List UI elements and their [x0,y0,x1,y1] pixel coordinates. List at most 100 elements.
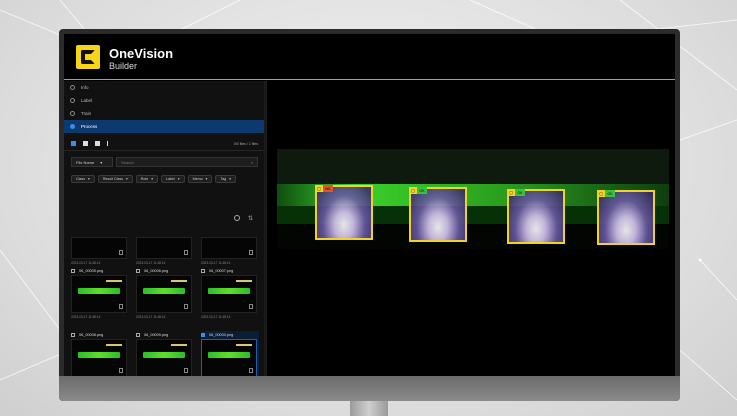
detection-box[interactable]: ▢ NG [315,185,373,240]
filter-chip-label: Result Class [102,177,123,181]
box-icon: ▢ [315,185,323,192]
settings-icon[interactable] [234,215,240,221]
thumb-marker [106,344,122,346]
chevron-down-icon: ▾ [125,177,128,181]
nav-dot-icon [70,85,75,90]
thumb-belt [78,288,120,294]
file-card[interactable]: 2023-03-17 11:48:14 [71,237,129,267]
file-date: 2023-03-17 11:48:14 [136,260,166,265]
file-name: 06_00009.png [144,333,169,337]
thumb-marker [236,280,252,282]
chevron-down-icon: ▾ [229,177,232,181]
file-thumbnail[interactable] [71,237,127,259]
nav-dot-icon [70,124,75,129]
monitor-stand [350,401,388,416]
filter-tools: ⇅ [234,215,253,222]
file-card[interactable]: 2023-03-17 11:48:14 [201,237,259,267]
nav-item-2[interactable]: Train [64,107,265,120]
sort-select[interactable]: File Name ▾ [71,157,113,167]
thumb-belt [143,288,185,294]
file-card[interactable]: 06_00008.png2023-03-17 11:48:14 [71,331,129,376]
nav-item-label: Process [81,124,98,129]
filter-chip[interactable]: Label ▾ [161,175,185,183]
file-count: 0/0 files / 1 files [233,141,258,146]
file-card[interactable]: 06_00009.png2023-03-17 11:48:14 [136,331,194,376]
filter-chip-label: Label [166,177,175,181]
file-grid: 2023-03-17 11:48:14 2023-03-17 11:48:14 20… [71,237,263,376]
detection-box[interactable]: ▢ OK [507,189,565,244]
file-thumbnail[interactable] [71,275,127,313]
nav-item-label: Label [81,98,93,103]
search-input[interactable]: Search ⌕ [116,157,258,167]
file-card[interactable]: 06_00007.png 2023-03-17 11:48:14 [201,267,259,331]
file-checkbox[interactable] [71,269,75,273]
trash-icon[interactable] [83,141,88,146]
filter-chip[interactable]: Tag ▾ [215,175,237,183]
file-thumbnail[interactable] [136,275,192,313]
file-card[interactable]: 06_00000.png2023-03-17 11:48:14 [201,331,259,376]
box-icon: ▢ [507,189,515,196]
filter-chip[interactable]: Result Class ▾ [97,175,133,183]
nav-item-3[interactable]: Process [64,120,265,133]
app-header: OneVision Builder [64,34,675,80]
file-icon [184,304,188,309]
file-icon [184,250,188,255]
filter-chip-label: Role [140,177,149,181]
filter-row: File Name ▾ Search ⌕ [71,157,258,167]
nav-item-1[interactable]: Label [64,94,265,107]
file-card[interactable]: 2023-03-17 11:48:14 [136,237,194,267]
file-icon [119,304,123,309]
detection-tag: OK [605,190,615,197]
file-icon [184,368,188,373]
monitor: OneVision Builder Info Label Train Process … [59,29,680,401]
file-card[interactable]: 06_00006.png 2023-03-17 11:48:14 [136,267,194,331]
detected-object [509,191,563,242]
detection-box[interactable]: ▢ OK [597,190,655,245]
file-thumbnail[interactable] [136,237,192,259]
file-toolbar: 0/0 files / 1 files [64,137,265,151]
file-thumbnail[interactable] [201,237,257,259]
file-thumbnail[interactable] [201,339,257,376]
thumb-marker [106,280,122,282]
more-icon[interactable] [107,141,108,146]
filter-chip-label: Memo [192,177,203,181]
filter-chip[interactable]: Class ▾ [71,175,95,183]
detection-label: ▢ OK [597,190,615,197]
app-subtitle: Builder [109,61,138,71]
file-icon [249,368,253,373]
file-card[interactable]: 06_00005.png 2023-03-17 11:48:14 [71,267,129,331]
detection-box[interactable]: ▢ OK [409,187,467,242]
file-icon [249,304,253,309]
file-name-row: 06_00005.png [71,267,129,275]
file-name-row: 06_00009.png [136,331,194,339]
file-thumbnail[interactable] [71,339,127,376]
file-date: 2023-03-17 11:48:14 [71,314,101,319]
file-checkbox[interactable] [201,333,205,337]
file-date: 2023-03-17 11:48:14 [71,260,101,265]
select-all-icon[interactable] [71,141,76,146]
filter-chip[interactable]: Role ▾ [135,175,159,183]
folder-icon[interactable] [95,141,100,146]
file-thumbnail[interactable] [136,339,192,376]
file-checkbox[interactable] [201,269,205,273]
thumb-marker [171,344,187,346]
file-checkbox[interactable] [136,269,140,273]
box-icon: ▢ [409,187,417,194]
detection-label: ▢ OK [409,187,427,194]
file-thumbnail[interactable] [201,275,257,313]
file-checkbox[interactable] [71,333,75,337]
sort-icon[interactable]: ⇅ [248,215,253,222]
chevron-down-icon: ▾ [100,159,103,165]
image-viewer[interactable]: ▢ NG ▢ OK ▢ OK ▢ OK [267,81,675,376]
file-icon [119,250,123,255]
nav-item-0[interactable]: Info [64,81,265,94]
nav-list: Info Label Train Process [64,81,265,133]
filter-chip[interactable]: Memo ▾ [187,175,213,183]
file-date: 2023-03-17 11:48:14 [201,260,231,265]
filter-chips: Class ▾ Result Class ▾ Role ▾ Label ▾ Memo ▾ Tag ▾ [71,175,241,183]
thumb-marker [171,280,187,282]
thumb-belt [208,352,250,358]
detection-tag: OK [515,189,525,196]
file-checkbox[interactable] [136,333,140,337]
search-placeholder: Search [121,159,134,165]
